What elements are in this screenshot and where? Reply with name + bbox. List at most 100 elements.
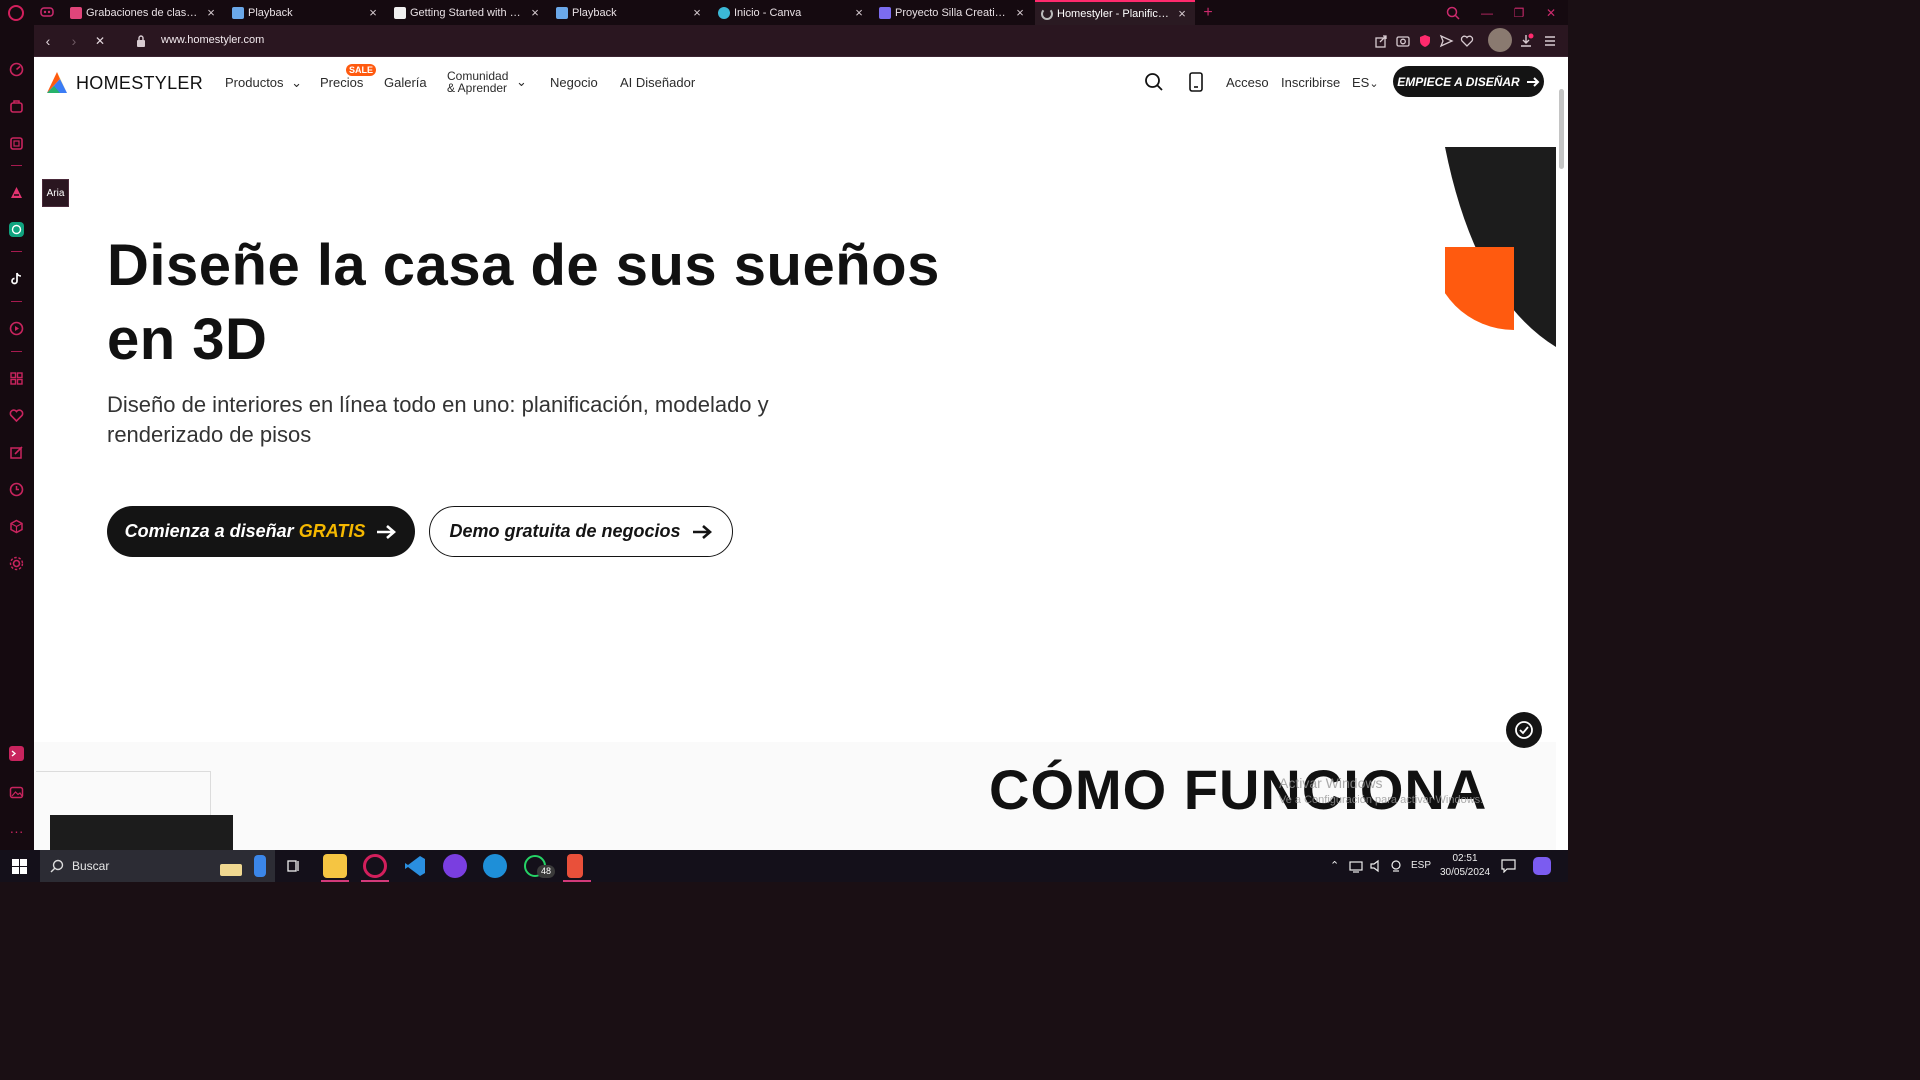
close-window-button[interactable]: ✕ [1542,4,1560,22]
sidebar-divider [11,301,22,302]
search-placeholder: Buscar [72,859,110,873]
close-icon[interactable]: × [690,5,704,20]
tab-grabaciones[interactable]: Grabaciones de clases ante × [64,0,224,25]
chevron-down-icon: ⌄ [1369,78,1379,90]
running-indicator [563,880,591,882]
tab-proyecto-silla[interactable]: Proyecto Silla Creativa - Pr × [873,0,1033,25]
lock-icon[interactable] [135,34,147,48]
gallery-icon[interactable] [8,784,25,801]
github-desktop-icon[interactable] [443,854,467,878]
share-icon[interactable] [1373,33,1389,49]
scrollbar-thumb[interactable] [1559,89,1564,169]
input-language[interactable]: ESP [1411,860,1431,871]
close-icon[interactable]: × [1175,6,1189,21]
cube-icon[interactable] [8,518,25,535]
tab-canva[interactable]: Inicio - Canva × [712,0,872,25]
chat-support-button[interactable] [1506,712,1542,748]
sidebar-divider [11,251,22,252]
chevron-down-icon[interactable]: ⌄ [516,74,527,90]
windows-start-icon[interactable] [12,859,27,874]
player-icon[interactable] [8,320,25,337]
stop-loading-button[interactable]: ✕ [91,32,109,50]
edit-icon[interactable] [8,444,25,461]
tiktok-icon[interactable] [8,270,25,287]
close-icon[interactable]: × [366,5,380,20]
business-demo-button[interactable]: Demo gratuita de negocios [429,506,733,557]
search-icon [50,859,64,873]
close-icon[interactable]: × [204,5,218,20]
workspaces-icon[interactable] [40,6,54,18]
notifications-icon[interactable] [1501,859,1516,873]
tab-getting-started[interactable]: Getting Started with Enterp × [388,0,548,25]
settings-gear-icon[interactable] [8,555,25,572]
more-icon[interactable]: ··· [8,823,25,840]
loading-icon [1041,7,1053,20]
volume-icon[interactable] [1369,859,1383,873]
speed-dial-icon[interactable] [8,61,25,78]
snapshot-icon[interactable] [8,135,25,152]
chevron-up-icon[interactable]: ⌃ [1330,859,1342,872]
history-icon[interactable] [8,481,25,498]
nav-productos[interactable]: Productos ⌄ [225,75,302,91]
hero-subtitle: Diseño de interiores en línea todo en un… [107,392,769,447]
search-icon[interactable] [1144,72,1164,92]
file-explorer-icon[interactable] [323,854,347,878]
taskbar-search-box[interactable]: Buscar [40,850,275,882]
download-icon[interactable] [1518,33,1534,49]
new-tab-button[interactable]: + [1199,4,1217,22]
nav-negocio[interactable]: Negocio [550,75,598,90]
bookmark-heart-icon[interactable] [1459,33,1475,49]
homestyler-logo-icon[interactable] [44,69,70,95]
profile-avatar[interactable] [1488,28,1512,52]
tlb-icon [70,6,82,19]
restore-button[interactable]: ❐ [1510,4,1528,22]
start-design-button[interactable]: EMPIECE A DISEÑAR [1393,66,1544,97]
terminal-icon[interactable] [8,745,25,762]
edge-icon[interactable] [483,854,507,878]
forward-button[interactable]: › [65,32,83,50]
back-button[interactable]: ‹ [39,32,57,50]
minimize-button[interactable]: — [1478,4,1496,22]
search-tabs-icon[interactable] [1444,4,1462,22]
network-icon[interactable] [1349,859,1363,873]
send-icon[interactable] [1438,33,1454,49]
mobile-app-icon[interactable] [1188,72,1204,92]
aria-icon[interactable] [8,184,25,201]
close-icon[interactable]: × [1013,5,1027,20]
shopping-bag-icon[interactable] [8,98,25,115]
opera-gx-icon[interactable] [363,854,387,878]
app-icon[interactable] [567,854,583,878]
vscode-icon[interactable] [403,854,427,878]
url-field[interactable]: www.homestyler.com [161,34,264,46]
canva-icon [718,6,730,19]
nav-galeria[interactable]: Galería [384,75,427,90]
tab-playback-1[interactable]: Playback × [226,0,386,25]
task-view-icon[interactable] [286,858,302,874]
adblock-shield-icon[interactable] [1417,33,1433,49]
brand-name[interactable]: HOMESTYLER [76,73,203,94]
camera-icon[interactable] [1395,33,1411,49]
nav-ai-disenador[interactable]: AI Diseñador [620,75,695,90]
playback-icon [556,6,568,19]
close-icon[interactable]: × [852,5,866,20]
signup-link[interactable]: Inscribirse [1281,75,1340,90]
close-icon[interactable]: × [528,5,542,20]
copilot-icon[interactable] [1533,857,1551,875]
sale-badge: SALE [346,64,377,76]
tab-playback-2[interactable]: Playback × [550,0,710,25]
chatgpt-icon[interactable] [8,221,25,238]
nav-comunidad[interactable]: Comunidad & Aprender [447,70,508,94]
start-free-button[interactable]: Comienza a diseñar GRATIS [107,506,415,557]
webcam-icon[interactable] [1389,859,1403,873]
clock[interactable]: 02:51 30/05/2024 [1440,852,1490,880]
page-scrollbar[interactable] [1556,57,1568,850]
workspaces-grid-icon[interactable] [8,370,25,387]
easy-setup-menu-icon[interactable] [1542,33,1558,49]
login-link[interactable]: Acceso [1226,75,1269,90]
tab-homestyler[interactable]: Homestyler - Planificador d × [1035,0,1195,25]
nav-precios[interactable]: Precios [320,75,363,90]
arrow-right-icon [1526,76,1540,88]
opera-menu-icon[interactable] [8,5,24,21]
language-selector[interactable]: ES⌄ [1352,75,1379,90]
heart-icon[interactable] [8,407,25,424]
